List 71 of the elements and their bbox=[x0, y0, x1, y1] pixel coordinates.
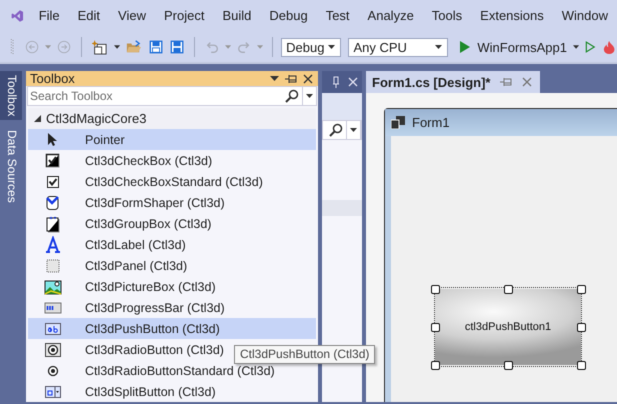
save-all-icon[interactable] bbox=[170, 39, 184, 55]
close-icon[interactable] bbox=[303, 74, 313, 84]
search-icon[interactable] bbox=[329, 123, 343, 137]
resize-handle[interactable] bbox=[431, 323, 440, 332]
caret-icon bbox=[435, 45, 442, 49]
form-icon bbox=[391, 116, 405, 129]
tooltip: Ctl3dPushButton (Ctl3d) bbox=[234, 345, 376, 364]
play-icon bbox=[459, 40, 472, 54]
menu-item[interactable]: Build bbox=[213, 6, 260, 26]
push-button[interactable]: ctl3dPushButton1 bbox=[435, 289, 581, 365]
menu-item[interactable]: View bbox=[109, 6, 155, 26]
picture-box-icon bbox=[44, 278, 62, 296]
resize-handle[interactable] bbox=[504, 361, 513, 370]
caret-icon[interactable] bbox=[346, 121, 360, 139]
platform-dropdown[interactable]: Any CPU bbox=[348, 38, 448, 56]
panel-title: Toolbox bbox=[30, 71, 76, 86]
menu-item[interactable]: File bbox=[30, 6, 69, 26]
caret-icon[interactable] bbox=[114, 45, 120, 49]
menu-item[interactable]: Test bbox=[316, 6, 359, 26]
menu-item[interactable]: Tools bbox=[422, 6, 472, 26]
search-input[interactable]: Search Toolbox bbox=[28, 89, 285, 103]
menu-item[interactable]: Analyze bbox=[358, 6, 423, 26]
toolbox-item[interactable]: Ctl3dLabel (Ctl3d) bbox=[28, 234, 316, 255]
tree-group[interactable]: Ctl3dMagicCore3 bbox=[28, 108, 316, 129]
expanded-icon bbox=[34, 115, 41, 122]
toolbox-item[interactable]: Ctl3dPanel (Ctl3d) bbox=[28, 255, 316, 276]
toolbox-item[interactable]: Ctl3dPushButton (Ctl3d) bbox=[28, 318, 316, 339]
toolbox-item[interactable]: Ctl3dSplitButton (Ctl3d) bbox=[28, 381, 316, 402]
menu-item[interactable]: Window bbox=[552, 6, 617, 26]
form-title: Form1 bbox=[412, 115, 450, 130]
toolbar-grip[interactable] bbox=[10, 37, 14, 57]
resize-handle[interactable] bbox=[577, 285, 586, 294]
label-icon bbox=[44, 236, 62, 254]
caret-icon bbox=[328, 45, 336, 49]
open-folder-icon[interactable] bbox=[126, 39, 142, 55]
play-outline-icon[interactable] bbox=[585, 40, 596, 54]
form-shaper-icon bbox=[44, 194, 62, 212]
toolbox-item[interactable]: Ctl3dProgressBar (Ctl3d) bbox=[28, 297, 316, 318]
toolbox-item[interactable]: Ctl3dFormShaper (Ctl3d) bbox=[28, 192, 316, 213]
resize-handle[interactable] bbox=[504, 285, 513, 294]
resize-handle[interactable] bbox=[577, 323, 586, 332]
caret-icon[interactable] bbox=[302, 87, 316, 105]
group-box-icon bbox=[44, 214, 62, 232]
caret-icon[interactable] bbox=[270, 76, 279, 81]
menu-item[interactable]: Project bbox=[155, 6, 214, 26]
side-tab[interactable]: Toolbox bbox=[0, 71, 22, 120]
caret-icon[interactable] bbox=[572, 45, 580, 49]
toolbox-item[interactable]: Ctl3dPictureBox (Ctl3d) bbox=[28, 276, 316, 297]
save-icon[interactable] bbox=[148, 39, 163, 55]
radio-button-icon bbox=[44, 340, 62, 358]
search-icon[interactable] bbox=[285, 89, 299, 103]
pin-icon[interactable] bbox=[285, 74, 297, 84]
new-project-icon[interactable] bbox=[92, 38, 108, 56]
menu-item[interactable]: Extensions bbox=[471, 6, 553, 26]
flame-icon[interactable] bbox=[602, 39, 616, 55]
resize-handle[interactable] bbox=[431, 361, 440, 370]
panel-icon bbox=[44, 256, 62, 274]
toolbox-item[interactable]: Ctl3dCheckBox (Ctl3d) bbox=[28, 150, 316, 171]
search-field[interactable]: Search Toolbox bbox=[27, 86, 317, 106]
toolbox-item[interactable]: Ctl3dGroupBox (Ctl3d) bbox=[28, 213, 316, 234]
start-button[interactable]: WinFormsApp1 bbox=[457, 40, 569, 54]
menu-item[interactable]: Edit bbox=[68, 6, 110, 26]
toolbar-strip bbox=[322, 93, 362, 120]
resize-handle[interactable] bbox=[431, 285, 440, 294]
search-field[interactable] bbox=[322, 120, 362, 140]
toolbox-item[interactable]: Pointer bbox=[28, 129, 316, 150]
menu-item[interactable]: Debug bbox=[260, 6, 317, 26]
checkbox-icon bbox=[44, 152, 62, 170]
configuration-dropdown[interactable]: Debug bbox=[281, 38, 342, 56]
toolbox-item[interactable]: Ctl3dCheckBoxStandard (Ctl3d) bbox=[28, 171, 316, 192]
resize-handle[interactable] bbox=[577, 361, 586, 370]
